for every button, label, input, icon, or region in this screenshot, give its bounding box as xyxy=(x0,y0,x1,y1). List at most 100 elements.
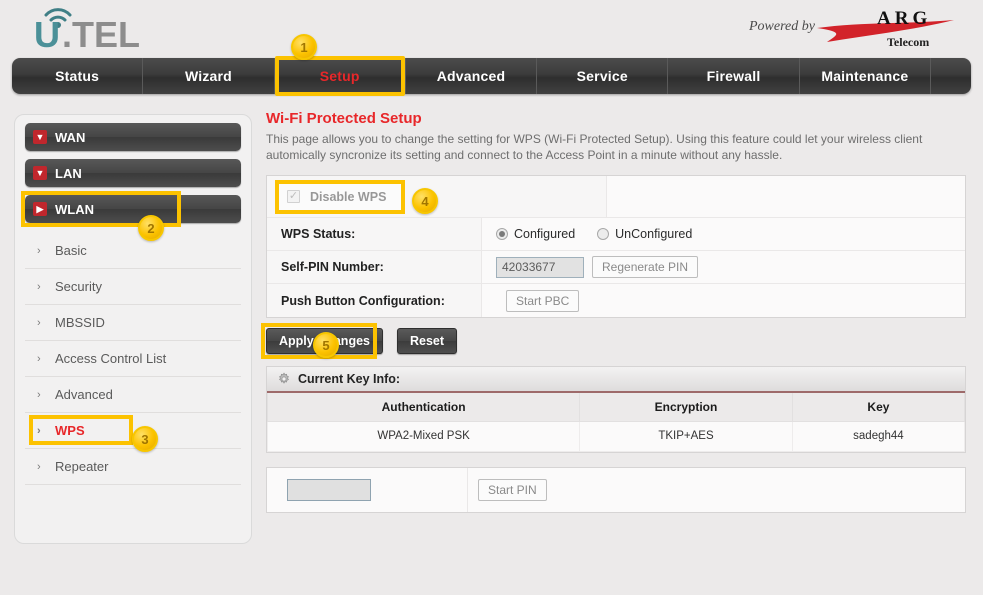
chevron-right-icon: › xyxy=(37,316,41,329)
client-pin-button-cell: Start PIN xyxy=(467,467,965,512)
chevron-right-icon: › xyxy=(37,352,41,365)
chevron-right-icon: › xyxy=(37,460,41,473)
radio-unconfigured[interactable]: UnConfigured xyxy=(597,227,692,241)
disable-wps-row-filler xyxy=(606,176,965,217)
start-pin-button[interactable]: Start PIN xyxy=(478,478,547,501)
marker-badge-4: 4 xyxy=(412,188,438,214)
sidebar-item-label: Basic xyxy=(55,243,87,258)
svg-text:U: U xyxy=(34,14,60,52)
self-pin-label: Self-PIN Number: xyxy=(267,251,482,283)
nav-label: Advanced xyxy=(436,68,506,84)
column-header-encryption: Encryption xyxy=(579,393,793,422)
radio-dot-icon xyxy=(496,228,508,240)
main-content: Wi-Fi Protected Setup This page allows y… xyxy=(261,110,976,513)
disable-wps-label: Disable WPS xyxy=(310,189,387,204)
nav-item-status[interactable]: Status xyxy=(12,58,144,94)
sidebar-item-basic[interactable]: › Basic xyxy=(25,233,241,269)
nav-label: Service xyxy=(576,68,628,84)
regenerate-pin-button[interactable]: Regenerate PIN xyxy=(592,256,699,278)
client-pin-input[interactable] xyxy=(287,478,371,501)
action-buttons: Apply Changes Reset xyxy=(261,323,976,359)
wps-status-row: WPS Status: Configured UnConfigured xyxy=(267,218,965,251)
sidebar-item-security[interactable]: › Security xyxy=(25,269,241,305)
page-description: This page allows you to change the setti… xyxy=(266,132,923,162)
nav-label: Firewall xyxy=(706,68,761,84)
current-key-info-panel: Current Key Info: Authentication Encrypt… xyxy=(266,366,966,453)
radio-label: UnConfigured xyxy=(615,227,693,241)
chevron-right-icon: › xyxy=(37,424,41,437)
sidebar-item-label: Repeater xyxy=(55,459,109,474)
table-header-row: Authentication Encryption Key xyxy=(266,393,966,422)
svg-text:.TEL: .TEL xyxy=(62,14,140,52)
marker-badge-2: 2 xyxy=(138,215,164,241)
chevron-right-icon: › xyxy=(37,244,41,257)
nav-item-service[interactable]: Service xyxy=(537,58,669,94)
sidebar-group-wan[interactable]: ▼ WAN xyxy=(25,123,241,151)
push-button-config-row: Push Button Configuration: Start PBC xyxy=(267,284,965,317)
push-button-config-value: Start PBC xyxy=(482,284,965,317)
svg-text:Telecom: Telecom xyxy=(887,35,929,49)
disable-wps-row: ✓ Disable WPS xyxy=(267,176,965,218)
current-key-info-title: Current Key Info: xyxy=(298,372,401,386)
current-key-info-table: Authentication Encryption Key WPA2-Mixed… xyxy=(266,393,966,452)
current-key-info-header: Current Key Info: xyxy=(267,367,965,393)
sidebar-item-mbssid[interactable]: › MBSSID xyxy=(25,305,241,341)
sidebar-group-label: WAN xyxy=(55,129,86,145)
radio-configured[interactable]: Configured xyxy=(496,227,575,241)
self-pin-value: Regenerate PIN xyxy=(482,251,965,283)
self-pin-row: Self-PIN Number: Regenerate PIN xyxy=(267,251,965,284)
check-icon: ✓ xyxy=(288,190,299,202)
gear-icon xyxy=(279,372,289,384)
radio-label: Configured xyxy=(514,227,576,241)
column-header-key: Key xyxy=(791,393,966,422)
sidebar-group-label: LAN xyxy=(55,165,82,181)
radio-dot-icon xyxy=(597,228,610,240)
sidebar-sub-list: › Basic › Security › MBSSID › Access Con… xyxy=(25,233,241,485)
chevron-down-icon: ▼ xyxy=(33,166,47,180)
nav-item-firewall[interactable]: Firewall xyxy=(668,58,800,94)
svg-text:ARG: ARG xyxy=(877,8,931,29)
self-pin-input[interactable] xyxy=(496,256,584,278)
sidebar-item-repeater[interactable]: › Repeater xyxy=(25,449,241,485)
powered-by-text: Powered by xyxy=(749,19,816,34)
marker-badge-5: 5 xyxy=(313,332,339,358)
wps-status-value: Configured UnConfigured xyxy=(482,218,965,250)
push-button-config-label: Push Button Configuration: xyxy=(267,284,482,317)
chevron-right-icon: › xyxy=(37,388,41,401)
marker-badge-1: 1 xyxy=(291,34,317,60)
page-title: Wi-Fi Protected Setup xyxy=(266,110,422,127)
reset-button[interactable]: Reset xyxy=(397,328,458,354)
disable-wps-checkbox[interactable]: ✓ xyxy=(287,190,300,203)
chevron-right-icon: › xyxy=(37,280,41,293)
nav-label: Maintenance xyxy=(821,68,909,84)
nav-label: Setup xyxy=(319,68,360,84)
main-navigation: Status Wizard Setup Advanced Service Fir… xyxy=(12,56,971,96)
nav-label: Wizard xyxy=(184,68,232,84)
cell-key: sadegh44 xyxy=(791,420,966,452)
start-pbc-button[interactable]: Start PBC xyxy=(506,289,580,312)
page-header: U .TEL Powered by ARG Telecom xyxy=(0,0,983,58)
sidebar-item-label: WPS xyxy=(55,423,85,438)
sidebar-group-lan[interactable]: ▼ LAN xyxy=(25,159,241,187)
wps-status-label: WPS Status: xyxy=(267,218,482,250)
sidebar-item-label: Security xyxy=(55,279,102,294)
nav-item-advanced[interactable]: Advanced xyxy=(406,58,538,94)
client-pin-panel: Start PIN xyxy=(266,466,966,513)
nav-item-maintenance[interactable]: Maintenance xyxy=(800,58,931,94)
sidebar-group-label: WLAN xyxy=(55,201,94,217)
sidebar-item-label: MBSSID xyxy=(55,315,105,330)
sidebar-item-label: Access Control List xyxy=(55,351,167,366)
column-header-authentication: Authentication xyxy=(266,393,581,422)
wps-settings-panel: ✓ Disable WPS WPS Status: Configured UnC… xyxy=(266,175,966,318)
arg-telecom-brand: Powered by ARG Telecom xyxy=(749,8,969,52)
table-row: WPA2-Mixed PSK TKIP+AES sadegh44 xyxy=(266,420,966,452)
sidebar-item-advanced[interactable]: › Advanced xyxy=(25,377,241,413)
sidebar-item-access-control-list[interactable]: › Access Control List xyxy=(25,341,241,377)
client-pin-input-cell xyxy=(267,478,467,501)
utel-logo: U .TEL xyxy=(28,2,218,52)
nav-item-setup[interactable]: Setup xyxy=(274,56,406,96)
chevron-down-icon: ▼ xyxy=(33,130,47,144)
nav-item-wizard[interactable]: Wizard xyxy=(143,58,275,94)
sidebar-group-wlan[interactable]: ▶ WLAN xyxy=(21,191,241,227)
